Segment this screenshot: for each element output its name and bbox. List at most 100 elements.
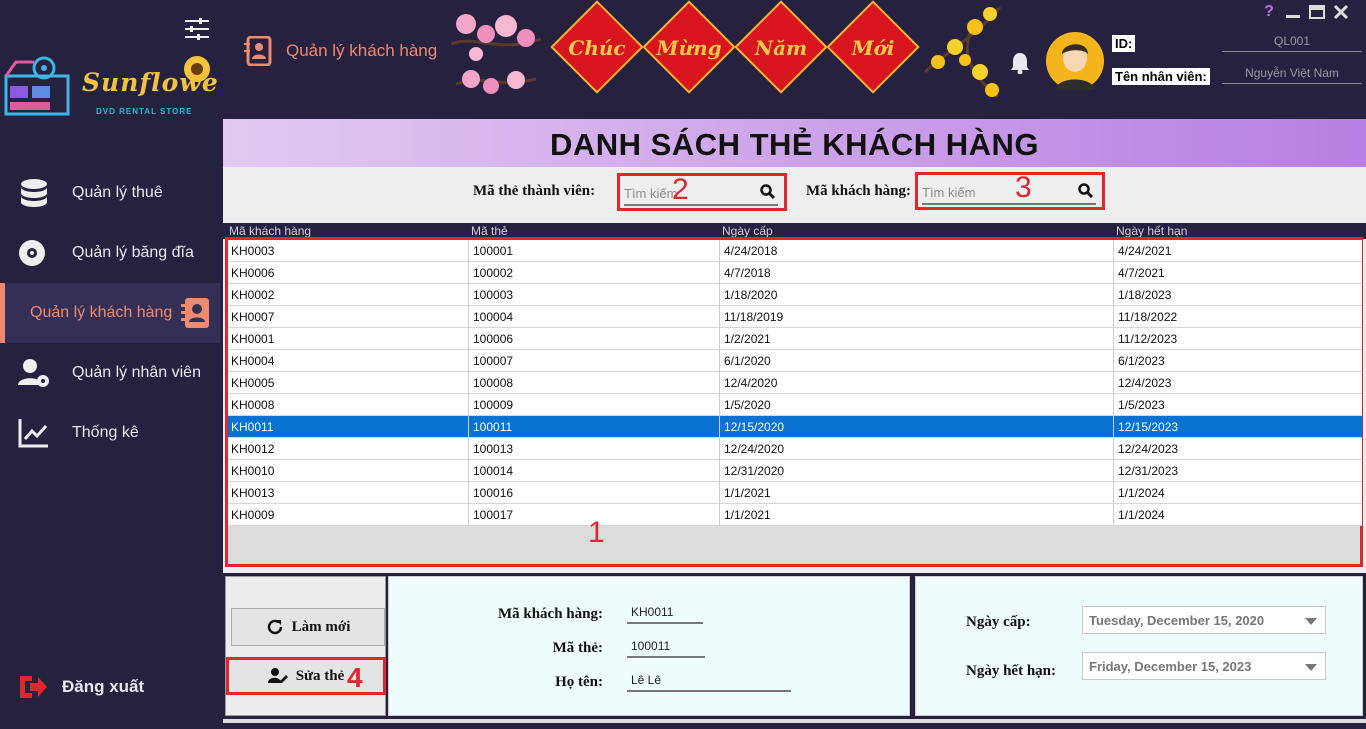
- table-row[interactable]: KH0001 100006 1/2/2021 11/12/2023: [228, 328, 1362, 350]
- table-cell: KH0009: [231, 508, 275, 522]
- column-divider: [468, 416, 469, 438]
- column-divider: [719, 416, 720, 438]
- table-row[interactable]: KH0010 100014 12/31/2020 12/31/2023: [228, 460, 1362, 482]
- table-cell: 100013: [473, 442, 514, 456]
- column-divider: [468, 328, 469, 350]
- card-search-label: Mã thẻ thành viên:: [473, 182, 596, 199]
- logout-icon: [20, 676, 47, 698]
- chevron-down-icon[interactable]: [1305, 664, 1317, 671]
- maximize-icon[interactable]: [1308, 4, 1326, 22]
- table-cell: 6/1/2020: [724, 354, 771, 368]
- sidebar-item-statistics[interactable]: Thống kê: [0, 403, 220, 463]
- column-divider: [1113, 394, 1114, 416]
- settings-sliders-icon[interactable]: [184, 18, 210, 40]
- table-cell: 1/1/2024: [1118, 486, 1165, 500]
- sunflower-icon: [184, 56, 210, 82]
- table-cell: 100008: [473, 376, 514, 390]
- card-search-box: Tìm kiếm: [617, 173, 787, 211]
- column-divider: [1113, 262, 1114, 284]
- table-cell: 11/18/2019: [724, 310, 784, 324]
- column-divider: [468, 350, 469, 372]
- detail-section: Làm mới Sửa thẻ 4 Mã khách hàng: KH0011 …: [223, 573, 1366, 729]
- table-row[interactable]: KH0004 100007 6/1/2020 6/1/2023: [228, 350, 1362, 372]
- edit-card-button[interactable]: Sửa thẻ 4: [226, 657, 386, 695]
- table-row[interactable]: KH0008 100009 1/5/2020 1/5/2023: [228, 394, 1362, 416]
- table-cell: 4/7/2018: [724, 266, 771, 280]
- customer-info-panel: Mã khách hàng: KH0011 Mã thẻ: 100011 Họ …: [388, 576, 910, 716]
- bottom-divider: [223, 719, 1366, 723]
- issue-date-label: Ngày cấp:: [966, 614, 1031, 630]
- table-row[interactable]: KH0005 100008 12/4/2020 12/4/2023: [228, 372, 1362, 394]
- table-cell: 100017: [473, 508, 514, 522]
- column-divider: [1113, 284, 1114, 306]
- table-row[interactable]: KH0003 100001 4/24/2018 4/24/2021: [228, 240, 1362, 262]
- table-cell: 1/18/2023: [1118, 288, 1172, 302]
- customer-search-input[interactable]: Tìm kiếm: [922, 181, 1096, 205]
- sidebar-item-customers[interactable]: Quản lý khách hàng: [0, 283, 220, 343]
- table-cell: 1/1/2021: [724, 486, 771, 500]
- column-divider: [468, 240, 469, 262]
- card-search-input[interactable]: Tìm kiếm: [624, 182, 778, 206]
- column-header[interactable]: Mã thẻ: [471, 224, 508, 238]
- dvd-store-logo-icon: [4, 56, 70, 116]
- search-icon[interactable]: [760, 184, 776, 200]
- close-icon[interactable]: [1332, 4, 1350, 22]
- column-divider: [468, 394, 469, 416]
- chevron-down-icon[interactable]: [1305, 618, 1317, 625]
- page-title: Quản lý khách hàng: [244, 36, 437, 66]
- column-divider: [1113, 416, 1114, 438]
- table-row[interactable]: KH0012 100013 12/24/2020 12/24/2023: [228, 438, 1362, 460]
- full-name-label: Họ tên:: [555, 674, 603, 690]
- column-header[interactable]: Mã khách hàng: [229, 224, 311, 238]
- column-divider: [468, 460, 469, 482]
- expiry-date-picker[interactable]: Friday, December 15, 2023: [1082, 652, 1326, 680]
- card-id-field[interactable]: 100011: [627, 639, 705, 658]
- table-cell: 4/24/2018: [724, 244, 778, 258]
- column-divider: [468, 284, 469, 306]
- issue-date-picker[interactable]: Tuesday, December 15, 2020: [1082, 606, 1326, 634]
- table-row[interactable]: KH0002 100003 1/18/2020 1/18/2023: [228, 284, 1362, 306]
- help-icon[interactable]: ?: [1260, 4, 1278, 22]
- sidebar-item-label: Quản lý khách hàng: [30, 304, 173, 321]
- user-edit-icon: [267, 668, 288, 683]
- table-cell: 100001: [473, 244, 514, 258]
- search-icon[interactable]: [1078, 183, 1094, 199]
- column-divider: [1113, 482, 1114, 504]
- table-cell: 1/18/2020: [724, 288, 778, 302]
- customer-card-table: KH0003 100001 4/24/2018 4/24/2021 KH0006 1000…: [225, 237, 1363, 567]
- column-divider: [719, 460, 720, 482]
- sidebar-item-rentals[interactable]: Quản lý thuê: [0, 163, 220, 223]
- table-row[interactable]: KH0009 100017 1/1/2021 1/1/2024: [228, 504, 1362, 526]
- notification-bell-icon[interactable]: [1010, 52, 1030, 74]
- minimize-icon[interactable]: [1284, 4, 1302, 22]
- contact-card-icon: [244, 36, 272, 66]
- column-divider: [1113, 328, 1114, 350]
- table-cell: 12/4/2020: [724, 376, 778, 390]
- customer-id-field[interactable]: KH0011: [627, 605, 703, 624]
- column-divider: [719, 284, 720, 306]
- logout-button[interactable]: Đăng xuất: [18, 674, 144, 700]
- table-row[interactable]: KH0011 100011 12/15/2020 12/15/2023: [228, 416, 1362, 438]
- table-cell: 1/2/2021: [724, 332, 771, 346]
- edit-card-label: Sửa thẻ: [295, 667, 345, 684]
- list-header: DANH SÁCH THẺ KHÁCH HÀNG: [223, 119, 1366, 167]
- avatar[interactable]: [1043, 32, 1107, 90]
- apricot-blossom-icon: [924, 6, 1002, 99]
- full-name-field[interactable]: Lê Lê: [627, 673, 791, 692]
- chart-line-icon: [18, 419, 48, 448]
- page-title-label: Quản lý khách hàng: [286, 41, 438, 60]
- table-cell: 1/5/2020: [724, 398, 771, 412]
- table-row[interactable]: KH0007 100004 11/18/2019 11/18/2022: [228, 306, 1362, 328]
- sidebar-item-staff[interactable]: Quản lý nhân viên: [0, 343, 220, 403]
- table-row[interactable]: KH0013 100016 1/1/2021 1/1/2024: [228, 482, 1362, 504]
- table-cell: KH0004: [231, 354, 275, 368]
- column-header[interactable]: Ngày hết hạn: [1116, 224, 1187, 238]
- expiry-date-label: Ngày hết hạn:: [966, 663, 1057, 679]
- column-header[interactable]: Ngày cấp: [722, 224, 773, 238]
- column-divider: [719, 394, 720, 416]
- sidebar-item-discs[interactable]: Quản lý băng đĩa: [0, 223, 220, 283]
- banner-word: Chúc: [568, 36, 626, 60]
- column-divider: [1113, 504, 1114, 526]
- refresh-button[interactable]: Làm mới: [231, 608, 385, 646]
- table-row[interactable]: KH0006 100002 4/7/2018 4/7/2021: [228, 262, 1362, 284]
